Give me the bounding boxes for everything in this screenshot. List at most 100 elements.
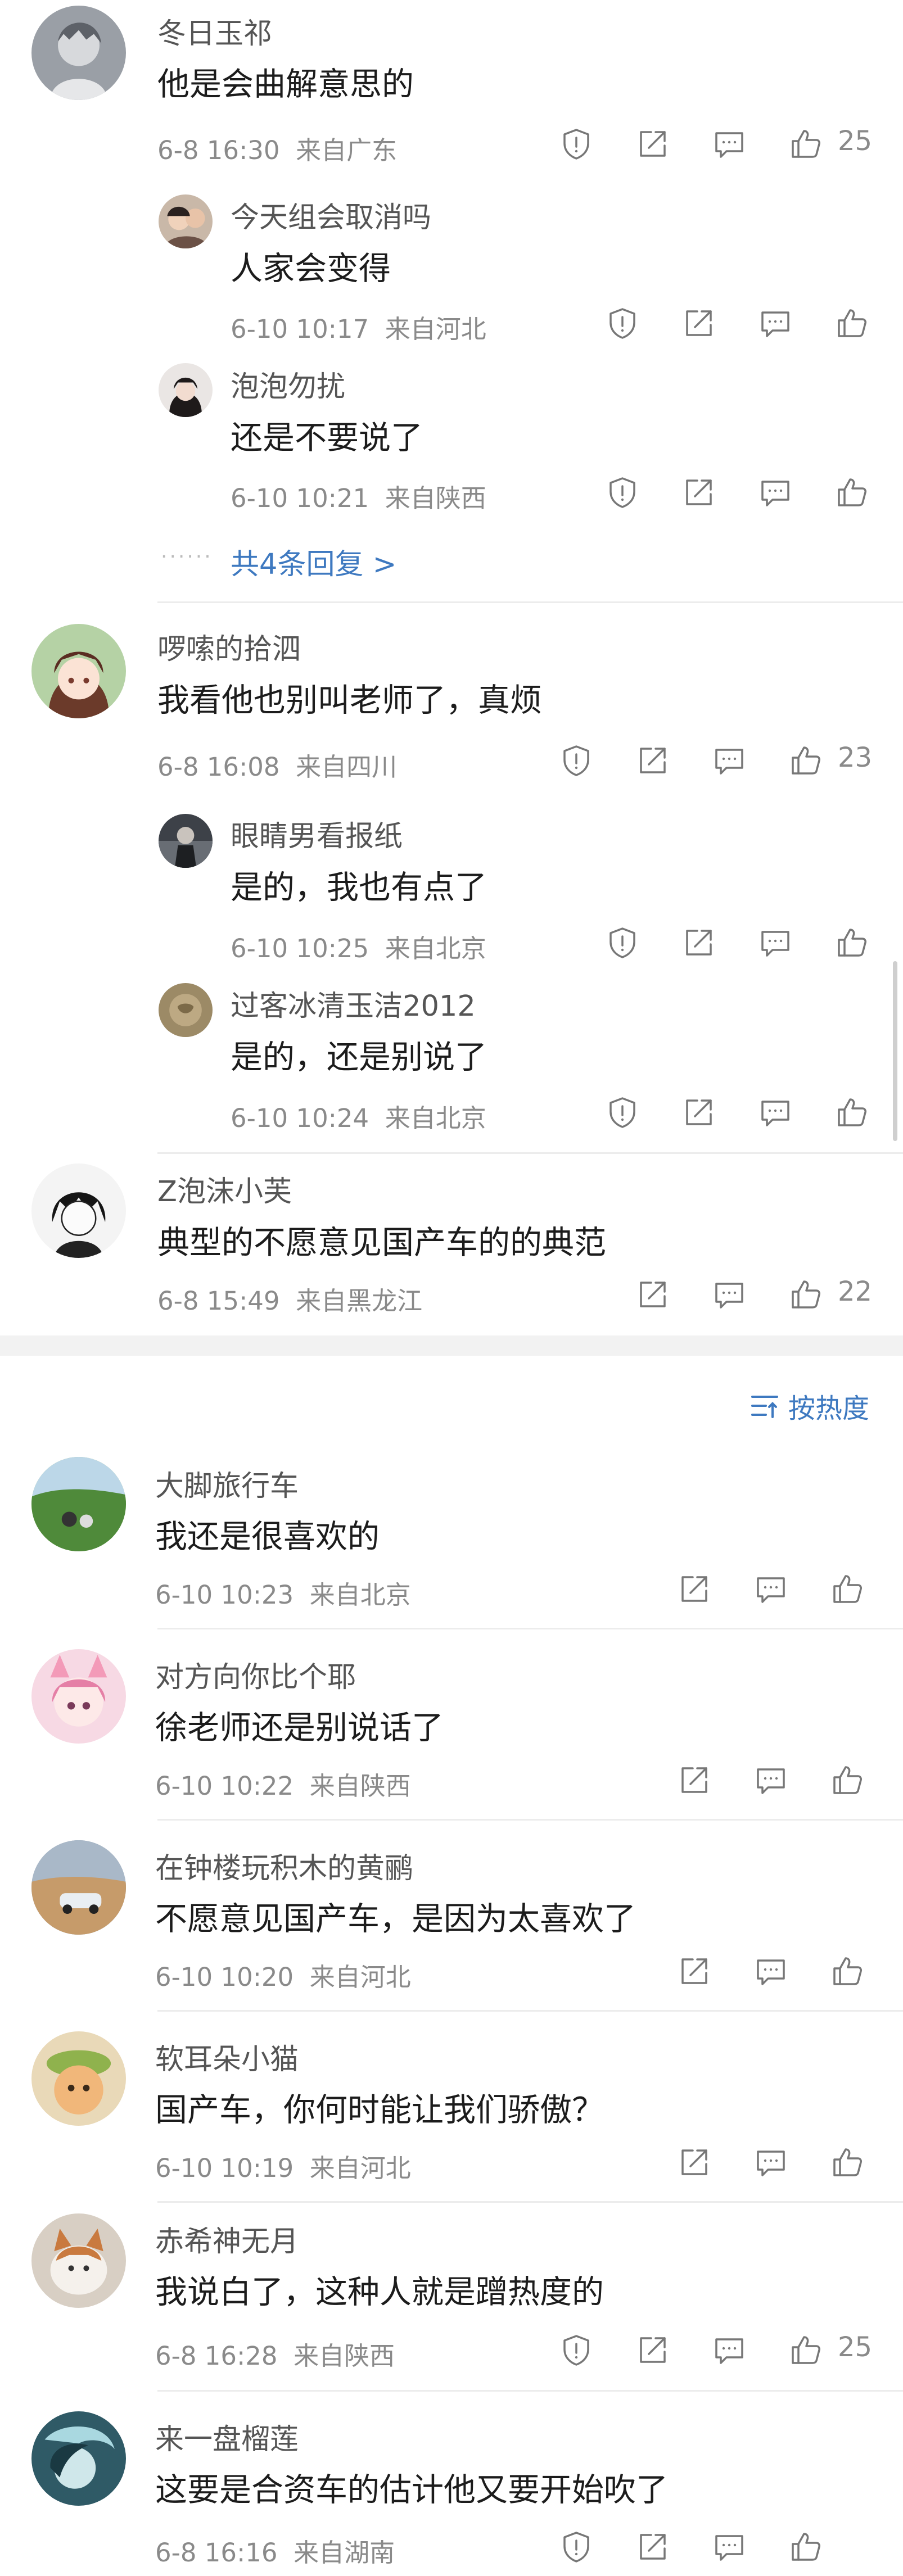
username[interactable]: 过客冰清玉洁2012	[231, 983, 476, 1024]
comment-meta: 6-8 16:30 来自广东	[157, 130, 397, 166]
section-separator	[0, 1335, 903, 1356]
like-icon[interactable]	[828, 1569, 867, 1609]
username[interactable]: 今天组会取消吗	[231, 194, 431, 236]
like-count: 22	[838, 1276, 873, 1307]
reply-date: 6-10 10:24	[231, 1103, 369, 1133]
comment-icon[interactable]	[751, 1569, 791, 1609]
username[interactable]: 冬日玉祁	[157, 10, 272, 52]
comment-actions: 22	[633, 1275, 872, 1314]
like-icon[interactable]	[832, 473, 872, 512]
avatar[interactable]	[31, 6, 126, 100]
username[interactable]: 啰嗦的拾泗	[157, 626, 301, 667]
like-icon[interactable]	[832, 1093, 872, 1132]
comment-icon[interactable]	[756, 1093, 795, 1132]
like-icon[interactable]	[786, 1275, 825, 1314]
share-icon[interactable]	[675, 1952, 714, 1991]
comment-icon[interactable]	[756, 304, 795, 343]
like-icon[interactable]	[786, 124, 825, 164]
share-icon[interactable]	[633, 2527, 672, 2566]
like-icon[interactable]	[786, 2330, 825, 2370]
comment-location: 来自广东	[296, 135, 398, 165]
comment-meta: 6-8 16:28 来自陕西	[155, 2335, 395, 2372]
share-icon[interactable]	[679, 923, 719, 962]
divider	[157, 1628, 903, 1629]
report-icon[interactable]	[557, 2330, 596, 2370]
like-icon[interactable]	[828, 2143, 867, 2182]
share-icon[interactable]	[679, 473, 719, 512]
username[interactable]: 泡泡勿扰	[231, 363, 345, 405]
share-icon[interactable]	[675, 1569, 714, 1609]
avatar[interactable]	[159, 194, 213, 248]
scrollbar[interactable]	[893, 961, 897, 1141]
avatar[interactable]	[31, 1163, 126, 1258]
share-icon[interactable]	[633, 1275, 672, 1314]
comment-text: 徐老师还是别说话了	[155, 1709, 444, 1746]
reply-text: 是的，还是别说了	[231, 1039, 487, 1076]
report-icon[interactable]	[603, 473, 642, 512]
comment-text: 典型的不愿意见国产车的的典范	[157, 1224, 606, 1261]
report-icon[interactable]	[603, 304, 642, 343]
comment-icon[interactable]	[710, 1275, 749, 1314]
username[interactable]: 在钟楼玩积木的黄鹂	[155, 1845, 413, 1886]
reply-actions	[603, 1093, 873, 1132]
comment-actions	[675, 1760, 872, 1800]
more-replies-link[interactable]: 共4条回复 >	[231, 541, 396, 582]
like-icon[interactable]	[828, 1952, 867, 1991]
username[interactable]: 来一盘榴莲	[155, 2416, 299, 2457]
username[interactable]: 大脚旅行车	[155, 1463, 299, 1504]
avatar[interactable]	[31, 1457, 126, 1551]
report-icon[interactable]	[557, 124, 596, 164]
share-icon[interactable]	[675, 1760, 714, 1800]
avatar[interactable]	[159, 363, 213, 417]
avatar[interactable]	[31, 1840, 126, 1935]
avatar[interactable]	[31, 2031, 126, 2126]
share-icon[interactable]	[679, 304, 719, 343]
username[interactable]: 对方向你比个耶	[155, 1654, 356, 1695]
sort-button[interactable]: 按热度	[749, 1386, 869, 1425]
username[interactable]: 赤希神无月	[155, 2218, 299, 2260]
comment-text: 这要是合资车的估计他又要开始吹了	[155, 2471, 668, 2509]
comment-date: 6-8 16:30	[157, 135, 280, 165]
comment-icon[interactable]	[710, 124, 749, 164]
share-icon[interactable]	[633, 2330, 672, 2370]
reply-location: 来自河北	[385, 314, 486, 344]
like-icon[interactable]	[786, 2527, 825, 2566]
avatar[interactable]	[31, 2213, 126, 2308]
comment-actions: 25	[557, 2330, 872, 2370]
divider	[157, 2010, 903, 2012]
like-icon[interactable]	[832, 304, 872, 343]
like-icon[interactable]	[828, 1760, 867, 1800]
username[interactable]: Z泡沫小芙	[157, 1168, 292, 1210]
avatar[interactable]	[159, 983, 213, 1037]
avatar[interactable]	[159, 814, 213, 868]
username[interactable]: 眼睛男看报纸	[231, 813, 403, 854]
comment-actions	[675, 1569, 872, 1609]
report-icon[interactable]	[603, 923, 642, 962]
comment-icon[interactable]	[751, 1760, 791, 1800]
share-icon[interactable]	[633, 124, 672, 164]
share-icon[interactable]	[679, 1093, 719, 1132]
avatar[interactable]	[31, 624, 126, 718]
like-icon[interactable]	[832, 923, 872, 962]
comment-icon[interactable]	[710, 741, 749, 780]
comment-text: 他是会曲解意思的	[157, 66, 414, 103]
like-icon[interactable]	[786, 741, 825, 780]
comment-icon[interactable]	[710, 2527, 749, 2566]
report-icon[interactable]	[557, 2527, 596, 2566]
comment-icon[interactable]	[751, 2143, 791, 2182]
comment-actions	[557, 2527, 872, 2566]
share-icon[interactable]	[633, 741, 672, 780]
comment-icon[interactable]	[710, 2330, 749, 2370]
comment-actions: 25	[557, 124, 872, 164]
username[interactable]: 软耳朵小猫	[155, 2036, 299, 2077]
comment-icon[interactable]	[756, 923, 795, 962]
share-icon[interactable]	[675, 2143, 714, 2182]
avatar[interactable]	[31, 2411, 126, 2506]
reply-meta: 6-10 10:17 来自河北	[231, 309, 486, 345]
report-icon[interactable]	[557, 741, 596, 780]
avatar[interactable]	[31, 1649, 126, 1744]
comment-icon[interactable]	[751, 1952, 791, 1991]
comment-date: 6-10 10:20	[155, 1962, 294, 1992]
report-icon[interactable]	[603, 1093, 642, 1132]
comment-icon[interactable]	[756, 473, 795, 512]
